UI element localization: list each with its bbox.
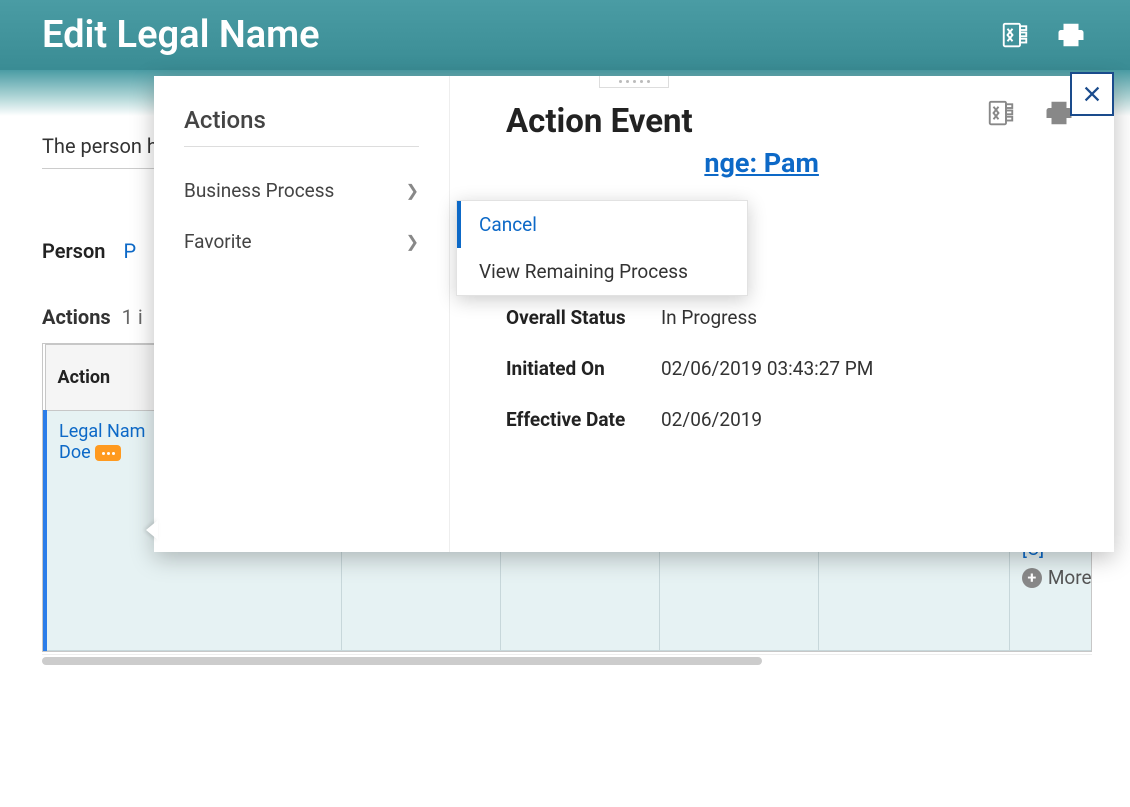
menu-business-process[interactable]: Business Process ❯ bbox=[184, 165, 419, 216]
export-excel-icon[interactable] bbox=[998, 18, 1032, 52]
person-label: Person bbox=[42, 239, 105, 263]
plus-icon: + bbox=[1022, 568, 1042, 588]
initiated-on-label: Initiated On bbox=[506, 357, 661, 380]
more-people[interactable]: + More ( bbox=[1022, 566, 1092, 589]
header-icon-group bbox=[998, 18, 1088, 52]
actions-menu-title: Actions bbox=[184, 106, 419, 147]
effective-date-label: Effective Date bbox=[506, 408, 661, 431]
overall-status-value: In Progress bbox=[661, 306, 757, 329]
submenu-cancel[interactable]: Cancel bbox=[457, 201, 747, 248]
page-header: Edit Legal Name bbox=[0, 0, 1130, 70]
export-excel-icon[interactable] bbox=[984, 96, 1018, 130]
print-icon[interactable] bbox=[1054, 18, 1088, 52]
effective-date-value: 02/06/2019 bbox=[661, 408, 762, 431]
event-subtitle[interactable]: Legal Name Change: Pam bbox=[506, 147, 819, 179]
submenu-view-remaining[interactable]: View Remaining Process bbox=[457, 248, 747, 295]
panel-icon-group bbox=[984, 96, 1076, 130]
business-process-submenu: Cancel View Remaining Process bbox=[456, 200, 748, 296]
chevron-right-icon: ❯ bbox=[406, 232, 419, 251]
row-actions-icon[interactable] bbox=[95, 445, 121, 461]
chevron-right-icon: ❯ bbox=[406, 181, 419, 200]
person-value[interactable]: P bbox=[123, 239, 136, 263]
close-button[interactable] bbox=[1070, 72, 1114, 116]
page-title: Edit Legal Name bbox=[42, 13, 998, 57]
horizontal-scrollbar[interactable] bbox=[42, 654, 1092, 666]
action-event-panel: Actions Business Process ❯ Favorite ❯ Ac… bbox=[154, 76, 1114, 552]
menu-favorite[interactable]: Favorite ❯ bbox=[184, 216, 419, 267]
action-event-content: Action Event Legal Name Change: Pam Subj… bbox=[450, 76, 1114, 552]
initiated-on-value: 02/06/2019 03:43:27 PM bbox=[661, 357, 873, 380]
overall-status-label: Overall Status bbox=[506, 306, 661, 329]
actions-title: Actions bbox=[42, 305, 111, 329]
actions-menu: Actions Business Process ❯ Favorite ❯ bbox=[154, 76, 450, 552]
popover-arrow-icon bbox=[146, 520, 158, 540]
actions-count: 1 i bbox=[116, 305, 143, 329]
